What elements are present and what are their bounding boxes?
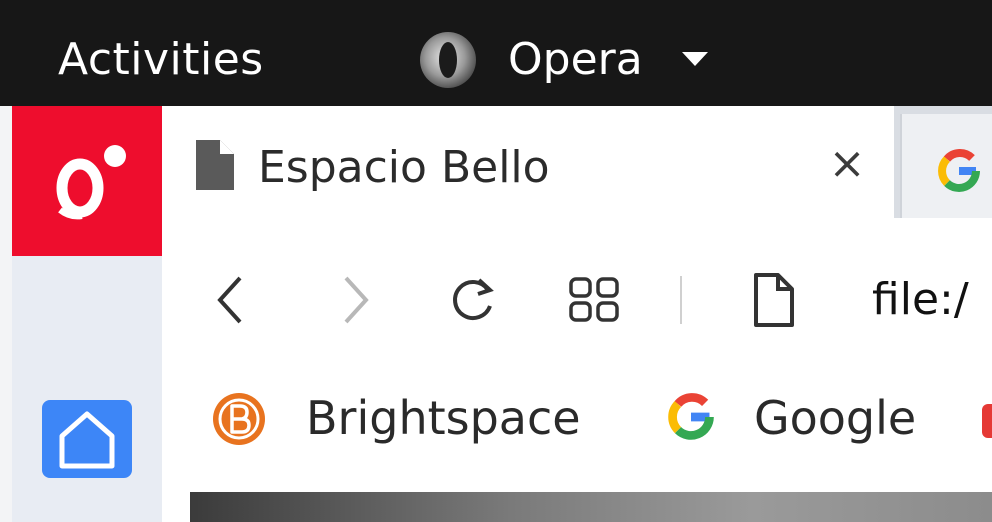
- brightspace-icon[interactable]: [212, 392, 266, 446]
- tab-google[interactable]: [900, 114, 992, 218]
- activities-button[interactable]: Activities: [58, 30, 264, 90]
- toolbar-divider: [680, 276, 682, 324]
- triangle-down-icon: [682, 52, 708, 66]
- window-edge: [0, 106, 12, 522]
- file-icon: [196, 140, 234, 190]
- bookmark-next-icon[interactable]: [982, 404, 992, 438]
- bookmark-google[interactable]: Google: [754, 388, 916, 448]
- reload-icon[interactable]: [448, 272, 498, 326]
- bookmark-brightspace[interactable]: Brightspace: [306, 388, 581, 448]
- opera-gx-logo-icon: [56, 145, 126, 220]
- system-top-bar: Activities Opera: [0, 0, 992, 106]
- chevron-right-icon[interactable]: [336, 274, 376, 326]
- home-icon: [59, 411, 115, 469]
- content-divider: [162, 482, 992, 492]
- opera-icon: [420, 32, 476, 88]
- sidebar: [12, 256, 162, 522]
- app-name: Opera: [508, 34, 643, 85]
- opera-menu-button[interactable]: [12, 106, 162, 256]
- tab-title: Espacio Bello: [258, 142, 550, 193]
- page-content: [190, 492, 992, 522]
- grid-icon[interactable]: [568, 276, 620, 324]
- google-g-icon[interactable]: [666, 392, 716, 442]
- page-icon[interactable]: [752, 272, 796, 328]
- google-g-icon: [938, 149, 980, 192]
- address-field[interactable]: file:/: [872, 270, 969, 330]
- close-icon[interactable]: ×: [822, 132, 872, 196]
- chevron-left-icon[interactable]: [210, 274, 250, 326]
- home-button[interactable]: [42, 400, 132, 478]
